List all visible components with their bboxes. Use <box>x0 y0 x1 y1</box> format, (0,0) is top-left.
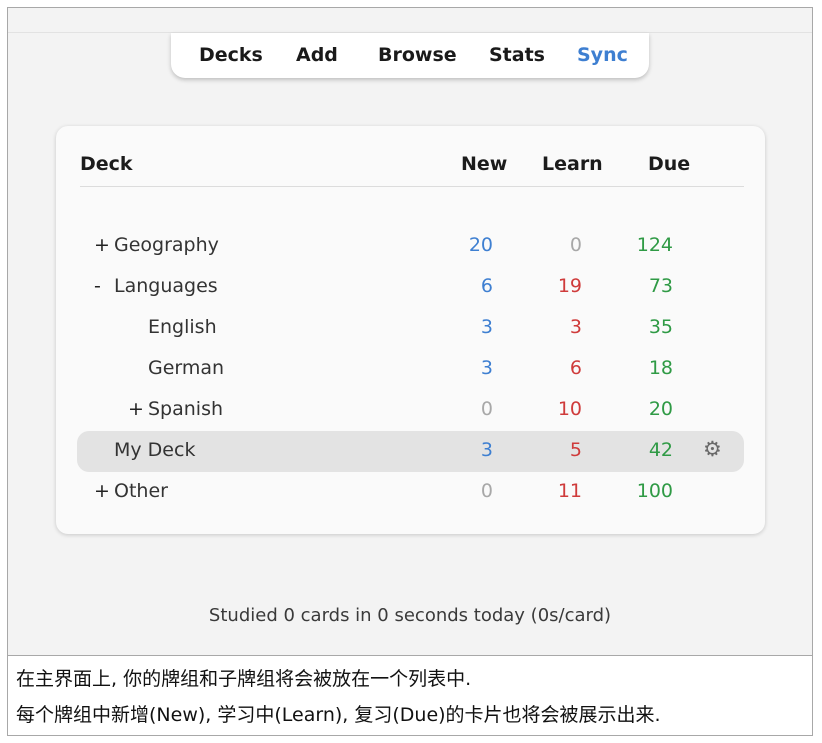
learn-count: 5 <box>569 439 582 461</box>
learn-count: 3 <box>569 316 582 338</box>
due-count: 124 <box>636 234 673 256</box>
deck-name[interactable]: Geography <box>114 234 219 256</box>
decks-link[interactable]: Decks <box>199 44 263 66</box>
deck-column-header: Deck <box>80 153 133 175</box>
deck-name[interactable]: Languages <box>114 275 218 297</box>
learn-count: 10 <box>557 398 582 420</box>
caption-line-2: 每个牌组中新增(New), 学习中(Learn), 复习(Due)的卡片也将会被… <box>16 704 661 726</box>
due-count: 18 <box>648 357 673 379</box>
due-column-header: Due <box>648 153 691 175</box>
new-count: 3 <box>480 357 493 379</box>
deck-name[interactable]: Other <box>114 480 168 502</box>
deck-row[interactable]: English 3 3 35 <box>56 308 765 349</box>
deck-row[interactable]: - Languages 6 19 73 <box>56 267 765 308</box>
deck-expander[interactable]: + <box>94 480 110 502</box>
new-count: 3 <box>480 439 493 461</box>
new-column-header: New <box>461 153 508 175</box>
deck-name[interactable]: English <box>148 316 217 338</box>
deck-expander[interactable]: + <box>128 398 144 420</box>
due-count: 35 <box>648 316 673 338</box>
deck-row[interactable]: + Spanish 0 10 20 <box>56 390 765 431</box>
header-divider <box>80 186 744 187</box>
new-count: 6 <box>480 275 493 297</box>
gear-icon[interactable]: ⚙ <box>703 437 722 461</box>
browse-link[interactable]: Browse <box>378 44 457 66</box>
due-count: 42 <box>648 439 673 461</box>
deck-row[interactable]: + Other 0 11 100 <box>56 472 765 513</box>
learn-count: 6 <box>569 357 582 379</box>
new-count: 0 <box>480 398 493 420</box>
learn-count: 0 <box>569 234 582 256</box>
new-count: 20 <box>468 234 493 256</box>
deck-expander[interactable]: + <box>94 234 110 256</box>
deck-name[interactable]: My Deck <box>114 439 195 461</box>
learn-column-header: Learn <box>542 153 603 175</box>
deck-list-panel: Deck New Learn Due + Geography 20 0 124- Lang… <box>56 126 765 534</box>
due-count: 100 <box>636 480 673 502</box>
figure-caption: 在主界面上, 你的牌组和子牌组将会被放在一个列表中. 每个牌组中新增(New),… <box>8 655 812 735</box>
stats-link[interactable]: Stats <box>489 44 545 66</box>
new-count: 3 <box>480 316 493 338</box>
learn-count: 19 <box>557 275 582 297</box>
due-count: 20 <box>648 398 673 420</box>
caption-line-1: 在主界面上, 你的牌组和子牌组将会被放在一个列表中. <box>16 668 472 690</box>
app-window: Decks Add Browse Stats Sync Deck New Lea… <box>8 8 812 655</box>
deck-name[interactable]: Spanish <box>148 398 223 420</box>
top-toolbar: Decks Add Browse Stats Sync <box>171 33 649 78</box>
studied-today-summary: Studied 0 cards in 0 seconds today (0s/c… <box>208 605 612 626</box>
deck-row[interactable]: My Deck 3 5 42 ⚙ <box>77 431 744 472</box>
due-count: 73 <box>648 275 673 297</box>
add-link[interactable]: Add <box>296 44 338 66</box>
sync-link[interactable]: Sync <box>577 44 628 66</box>
deck-expander[interactable]: - <box>94 275 101 297</box>
deck-row[interactable]: German 3 6 18 <box>56 349 765 390</box>
deck-name[interactable]: German <box>148 357 224 379</box>
learn-count: 11 <box>557 480 582 502</box>
deck-row[interactable]: + Geography 20 0 124 <box>56 226 765 267</box>
new-count: 0 <box>480 480 493 502</box>
